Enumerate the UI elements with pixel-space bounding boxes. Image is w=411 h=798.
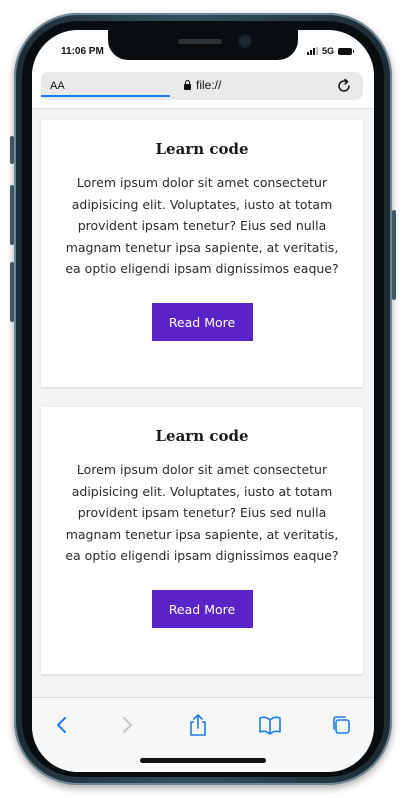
read-more-button[interactable]: Read More [151, 589, 253, 628]
front-camera [240, 36, 250, 46]
phone-screen: 11:06 PM 5G AA file:// Learn code Lorem … [32, 30, 374, 772]
status-indicators: 5G [306, 46, 354, 56]
url-display[interactable]: file:// [184, 78, 221, 92]
card: Learn code Lorem ipsum dolor sit amet co… [41, 120, 363, 387]
card-title: Learn code [155, 427, 249, 445]
address-bar-area: AA file:// [32, 70, 374, 109]
card-text: Lorem ipsum dolor sit amet consectetur a… [65, 175, 339, 276]
card-title: Learn code [155, 140, 249, 158]
signal-icon [306, 47, 318, 55]
url-text[interactable]: file:// [196, 78, 221, 92]
page-content: Learn code Lorem ipsum dolor sit amet co… [32, 109, 374, 697]
back-icon[interactable] [49, 712, 75, 738]
read-more-button[interactable]: Read More [151, 302, 253, 341]
side-button-left-low [10, 262, 14, 322]
card-text: Lorem ipsum dolor sit amet consectetur a… [65, 462, 339, 563]
reload-icon[interactable] [335, 77, 353, 95]
battery-icon [338, 47, 354, 55]
lock-icon [184, 80, 191, 90]
tabs-icon[interactable] [328, 712, 354, 738]
forward-icon[interactable] [114, 712, 140, 738]
card: Learn code Lorem ipsum dolor sit amet co… [41, 407, 363, 674]
bookmarks-icon[interactable] [257, 712, 283, 738]
side-button-left-top [10, 136, 14, 164]
side-button-right [392, 210, 396, 300]
side-button-left-mid [10, 185, 14, 245]
home-indicator[interactable] [140, 758, 266, 763]
notch [108, 30, 298, 60]
text-size-button[interactable]: AA [50, 80, 65, 92]
network-label: 5G [321, 46, 334, 56]
speaker-grille [178, 39, 222, 44]
share-icon[interactable] [185, 712, 211, 738]
page-load-progress [41, 95, 170, 97]
status-time: 11:06 PM [61, 46, 104, 57]
